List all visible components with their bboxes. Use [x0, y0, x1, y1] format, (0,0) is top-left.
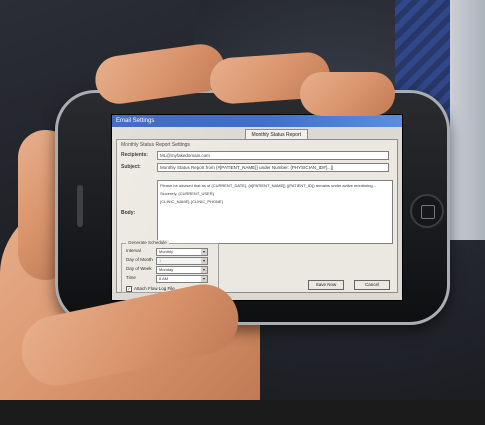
recipients-label: Recipients: [121, 152, 148, 158]
chevron-down-icon: ▾ [201, 267, 207, 273]
group-title: Generate Schedule [126, 240, 169, 245]
speaker-slot [77, 185, 83, 227]
shirt [445, 0, 485, 240]
subject-field[interactable]: Monthly Status Report from {#[PATIENT_NA… [157, 163, 389, 172]
recipients-field[interactable]: ML@myfakedomain.com [157, 151, 389, 160]
window-title: Email Settings [112, 115, 402, 127]
day-of-month-label: Day of Month [126, 257, 153, 262]
body-paragraph: Sincerely, {CURRENT_USER} [160, 191, 214, 196]
chevron-down-icon: ▾ [201, 249, 207, 255]
section-label: Monthly Status Report Settings [121, 142, 190, 148]
time-select[interactable]: 8 AM ▾ [156, 275, 208, 283]
interval-select[interactable]: Monthly ▾ [156, 248, 208, 256]
day-of-week-select[interactable]: Monday ▾ [156, 266, 208, 274]
time-label: Time [126, 275, 136, 280]
day-of-month-select: 1 ▾ [156, 257, 208, 265]
photo-scene: Email Settings Monthly Status Report Mon… [0, 0, 485, 425]
tab-strip: Monthly Status Report [116, 129, 398, 140]
body-textarea[interactable]: Please be advised that as of {CURRENT_DA… [157, 180, 393, 244]
chevron-down-icon: ▾ [201, 276, 207, 282]
cancel-button[interactable]: Cancel [354, 280, 390, 290]
day-of-month-value: 1 [159, 258, 162, 263]
body-paragraph: {CLINIC_NAME} {CLINIC_PHONE} [160, 199, 223, 204]
ring-finger [300, 72, 395, 116]
phone-screen: Email Settings Monthly Status Report Mon… [112, 115, 402, 300]
settings-panel: Monthly Status Report Settings Recipient… [116, 139, 398, 293]
day-of-week-value: Monday [159, 267, 174, 272]
bottom-band [0, 400, 485, 425]
body-label: Body: [121, 210, 136, 216]
subject-label: Subject: [121, 164, 141, 170]
chevron-down-icon: ▾ [201, 258, 207, 264]
home-button[interactable] [410, 194, 444, 228]
day-of-week-label: Day of Week [126, 266, 152, 271]
interval-value: Monthly [159, 249, 174, 254]
checkmark-icon: ✓ [126, 286, 132, 292]
interval-label: Interval [126, 248, 141, 253]
time-value: 8 AM [159, 276, 169, 281]
body-paragraph: Please be advised that as of {CURRENT_DA… [160, 183, 376, 188]
save-button[interactable]: Save Now [308, 280, 344, 290]
